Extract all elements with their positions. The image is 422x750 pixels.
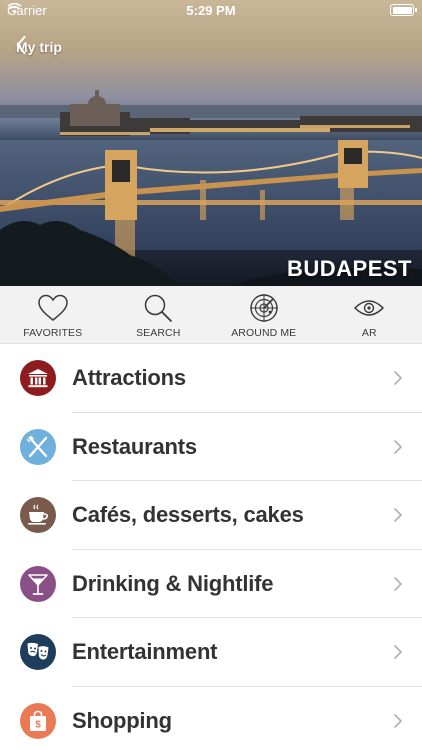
ar-button[interactable]: AR [317,286,422,343]
around-me-label: AROUND ME [231,327,297,339]
svg-text:$: $ [35,719,41,730]
chevron-right-icon [394,439,402,454]
category-label: Entertainment [72,639,218,665]
budapest-photo [0,90,422,286]
museum-icon [20,360,56,397]
favorites-button[interactable]: FAVORITES [0,286,106,343]
chevron-right-icon [394,576,402,591]
category-label: Drinking & Nightlife [72,570,274,596]
category-row-attractions[interactable]: Attractions [0,344,422,413]
coffee-cup-icon [20,497,56,534]
fork-knife-icon [20,428,56,465]
shopping-bag-icon: $ [20,702,56,739]
city-title: BUDAPEST [286,256,412,281]
category-label: Attractions [72,365,186,391]
quick-actions-toolbar: FAVORITES SEARCH AROUND ME AR [0,286,422,344]
chevron-right-icon [394,713,402,728]
category-row-shopping[interactable]: $ Shopping [0,687,422,750]
category-label: Restaurants [72,433,197,459]
heart-icon [37,293,68,323]
category-row-drinking-nightlife[interactable]: Drinking & Nightlife [0,550,422,618]
status-bar: Carrier 5:29 PM [0,0,422,22]
radar-icon [249,293,279,323]
theater-masks-icon [20,634,56,671]
category-label: Shopping [72,707,172,733]
cocktail-icon [20,565,56,602]
category-row-cafes[interactable]: Cafés, desserts, cakes [0,481,422,550]
back-button[interactable]: My trip [16,36,62,58]
ar-label: AR [361,327,377,339]
chevron-right-icon [394,508,402,523]
favorites-label: FAVORITES [23,327,83,339]
search-icon [143,293,173,323]
status-time: 5:29 PM [186,3,236,18]
around-me-button[interactable]: AROUND ME [211,286,317,343]
chevron-right-icon [394,371,402,386]
category-label: Cafés, desserts, cakes [72,502,304,528]
eye-icon [354,293,385,323]
category-row-restaurants[interactable]: Restaurants [0,413,422,481]
battery-icon [390,4,417,16]
search-button[interactable]: SEARCH [106,286,212,343]
search-label: SEARCH [136,327,181,339]
category-list: Attractions Restaurants Cafés, desserts,… [0,344,422,750]
city-hero-image: Carrier 5:29 PM My trip BUDAPEST [0,0,422,286]
chevron-left-icon [16,36,26,54]
chevron-right-icon [394,645,402,660]
category-row-entertainment[interactable]: Entertainment [0,618,422,687]
